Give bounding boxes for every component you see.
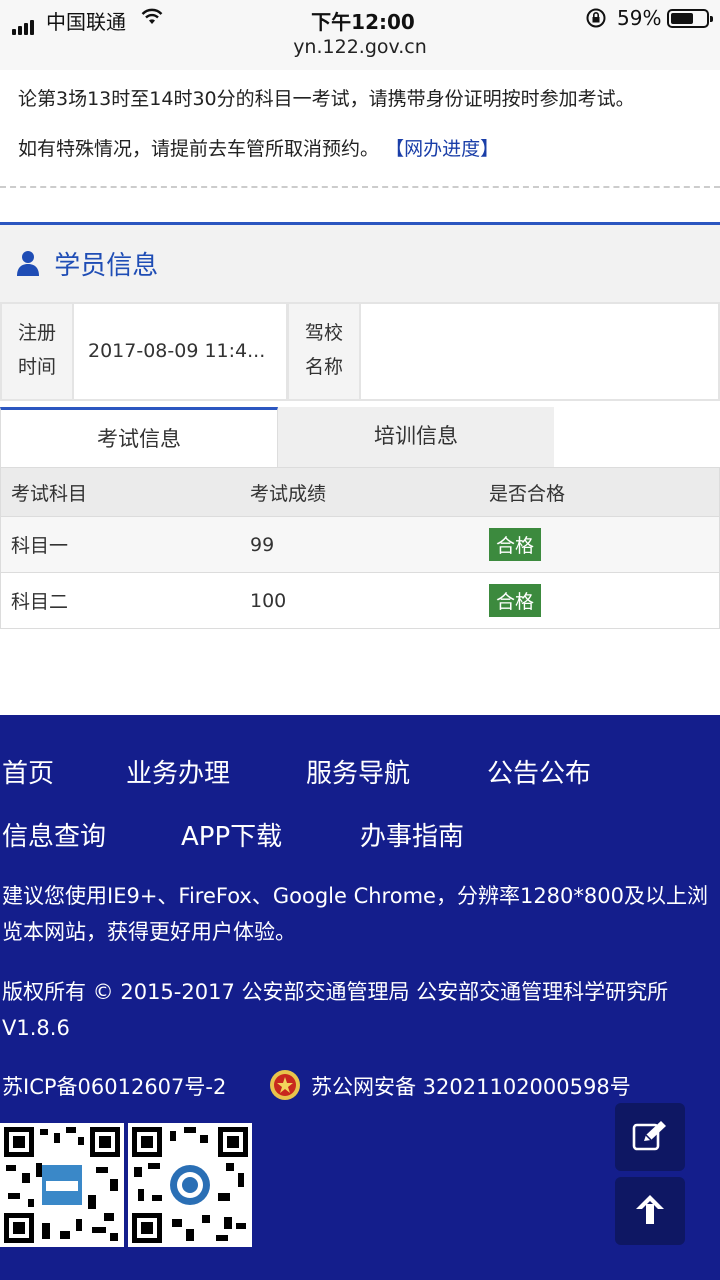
footer-link-business[interactable]: 业务办理 xyxy=(126,753,230,790)
app-qr-code xyxy=(0,1123,124,1247)
clock: 下午12:00 xyxy=(311,10,415,34)
back-to-top-button[interactable] xyxy=(615,1177,685,1245)
footer-link-service-nav[interactable]: 服务导航 xyxy=(306,753,410,790)
footer-link-announcements[interactable]: 公告公布 xyxy=(487,753,591,790)
back-to-top-icon xyxy=(633,1192,667,1230)
student-info-panel: 学员信息 注册 时间 2017-08-09 11:4... 驾校 名称 xyxy=(0,222,720,401)
battery-percent: 59% xyxy=(617,6,662,30)
panel-title: 学员信息 xyxy=(16,245,158,285)
orientation-lock-icon xyxy=(585,7,607,34)
exam-subject: 科目二 xyxy=(11,591,69,613)
exam-score: 99 xyxy=(250,533,275,556)
copyright: 版权所有 © 2015-2017 公安部交通管理局 公安部交通管理科学研究所 V… xyxy=(2,980,669,1040)
field-label-register-time: 注册 时间 xyxy=(2,304,72,399)
divider xyxy=(0,186,720,188)
exam-table: 考试科目 考试成绩 是否合格 科目一 99 合格 科目二 100 合格 xyxy=(0,467,720,629)
browser-note: 建议您使用IE9+、FireFox、Google Chrome，分辨率1280*… xyxy=(2,884,708,944)
exam-notice: 论第3场13时至14时30分的科目一考试，请携带身份证明按时参加考试。 如有特殊… xyxy=(0,70,720,190)
site-footer: 首页 业务办理 服务导航 公告公布 信息查询 APP下载 办事指南 建议您使用I… xyxy=(0,715,720,1280)
notice-line: 论第3场13时至14时30分的科目一考试，请携带身份证明按时参加考试。 xyxy=(18,88,635,110)
pass-badge: 合格 xyxy=(489,528,542,561)
address-bar-url[interactable]: yn.122.gov.cn xyxy=(0,36,720,58)
column-header: 考试成绩 xyxy=(250,482,327,505)
tab-exam-info[interactable]: 考试信息 xyxy=(0,407,278,467)
battery-icon xyxy=(667,9,713,28)
notice-text: 如有特殊情况，请提前去车管所取消预约。 xyxy=(18,138,380,160)
icp-record[interactable]: 苏ICP备06012607号-2 xyxy=(2,1069,262,1105)
police-record[interactable]: 苏公网安备 32021102000598号 xyxy=(311,1069,711,1105)
feedback-button[interactable] xyxy=(615,1103,685,1171)
user-icon xyxy=(16,250,40,283)
student-info-table: 注册 时间 2017-08-09 11:4... 驾校 名称 xyxy=(0,302,720,401)
info-tabs: 考试信息 培训信息 xyxy=(0,407,720,467)
panel-title-text: 学员信息 xyxy=(54,251,159,281)
police-badge-icon xyxy=(269,1068,301,1102)
wechat-qr-code xyxy=(128,1123,252,1247)
exam-score: 100 xyxy=(250,589,287,612)
pass-badge: 合格 xyxy=(489,584,542,617)
footer-link-guide[interactable]: 办事指南 xyxy=(360,816,464,853)
footer-link-info-query[interactable]: 信息查询 xyxy=(2,816,106,853)
notice-line: 如有特殊情况，请提前去车管所取消预约。 【网办进度】 xyxy=(18,134,499,161)
footer-link-app-download[interactable]: APP下载 xyxy=(181,816,282,853)
online-progress-link[interactable]: 【网办进度】 xyxy=(385,138,499,160)
table-row: 科目一 99 合格 xyxy=(1,516,719,572)
exam-subject: 科目一 xyxy=(11,535,69,557)
tab-training-info[interactable]: 培训信息 xyxy=(278,407,554,467)
footer-link-home[interactable]: 首页 xyxy=(2,753,54,790)
field-value-register-time: 2017-08-09 11:4... xyxy=(74,304,286,399)
table-row: 科目二 100 合格 xyxy=(1,572,719,628)
field-label-driving-school: 驾校 名称 xyxy=(289,304,359,399)
field-value-driving-school xyxy=(361,304,718,399)
column-header: 是否合格 xyxy=(489,482,566,505)
status-bar: 中国联通 下午12:00 59% yn.122.gov.cn xyxy=(0,0,720,70)
table-header: 考试科目 考试成绩 是否合格 xyxy=(1,468,719,516)
edit-icon xyxy=(632,1119,668,1155)
column-header: 考试科目 xyxy=(11,482,88,505)
